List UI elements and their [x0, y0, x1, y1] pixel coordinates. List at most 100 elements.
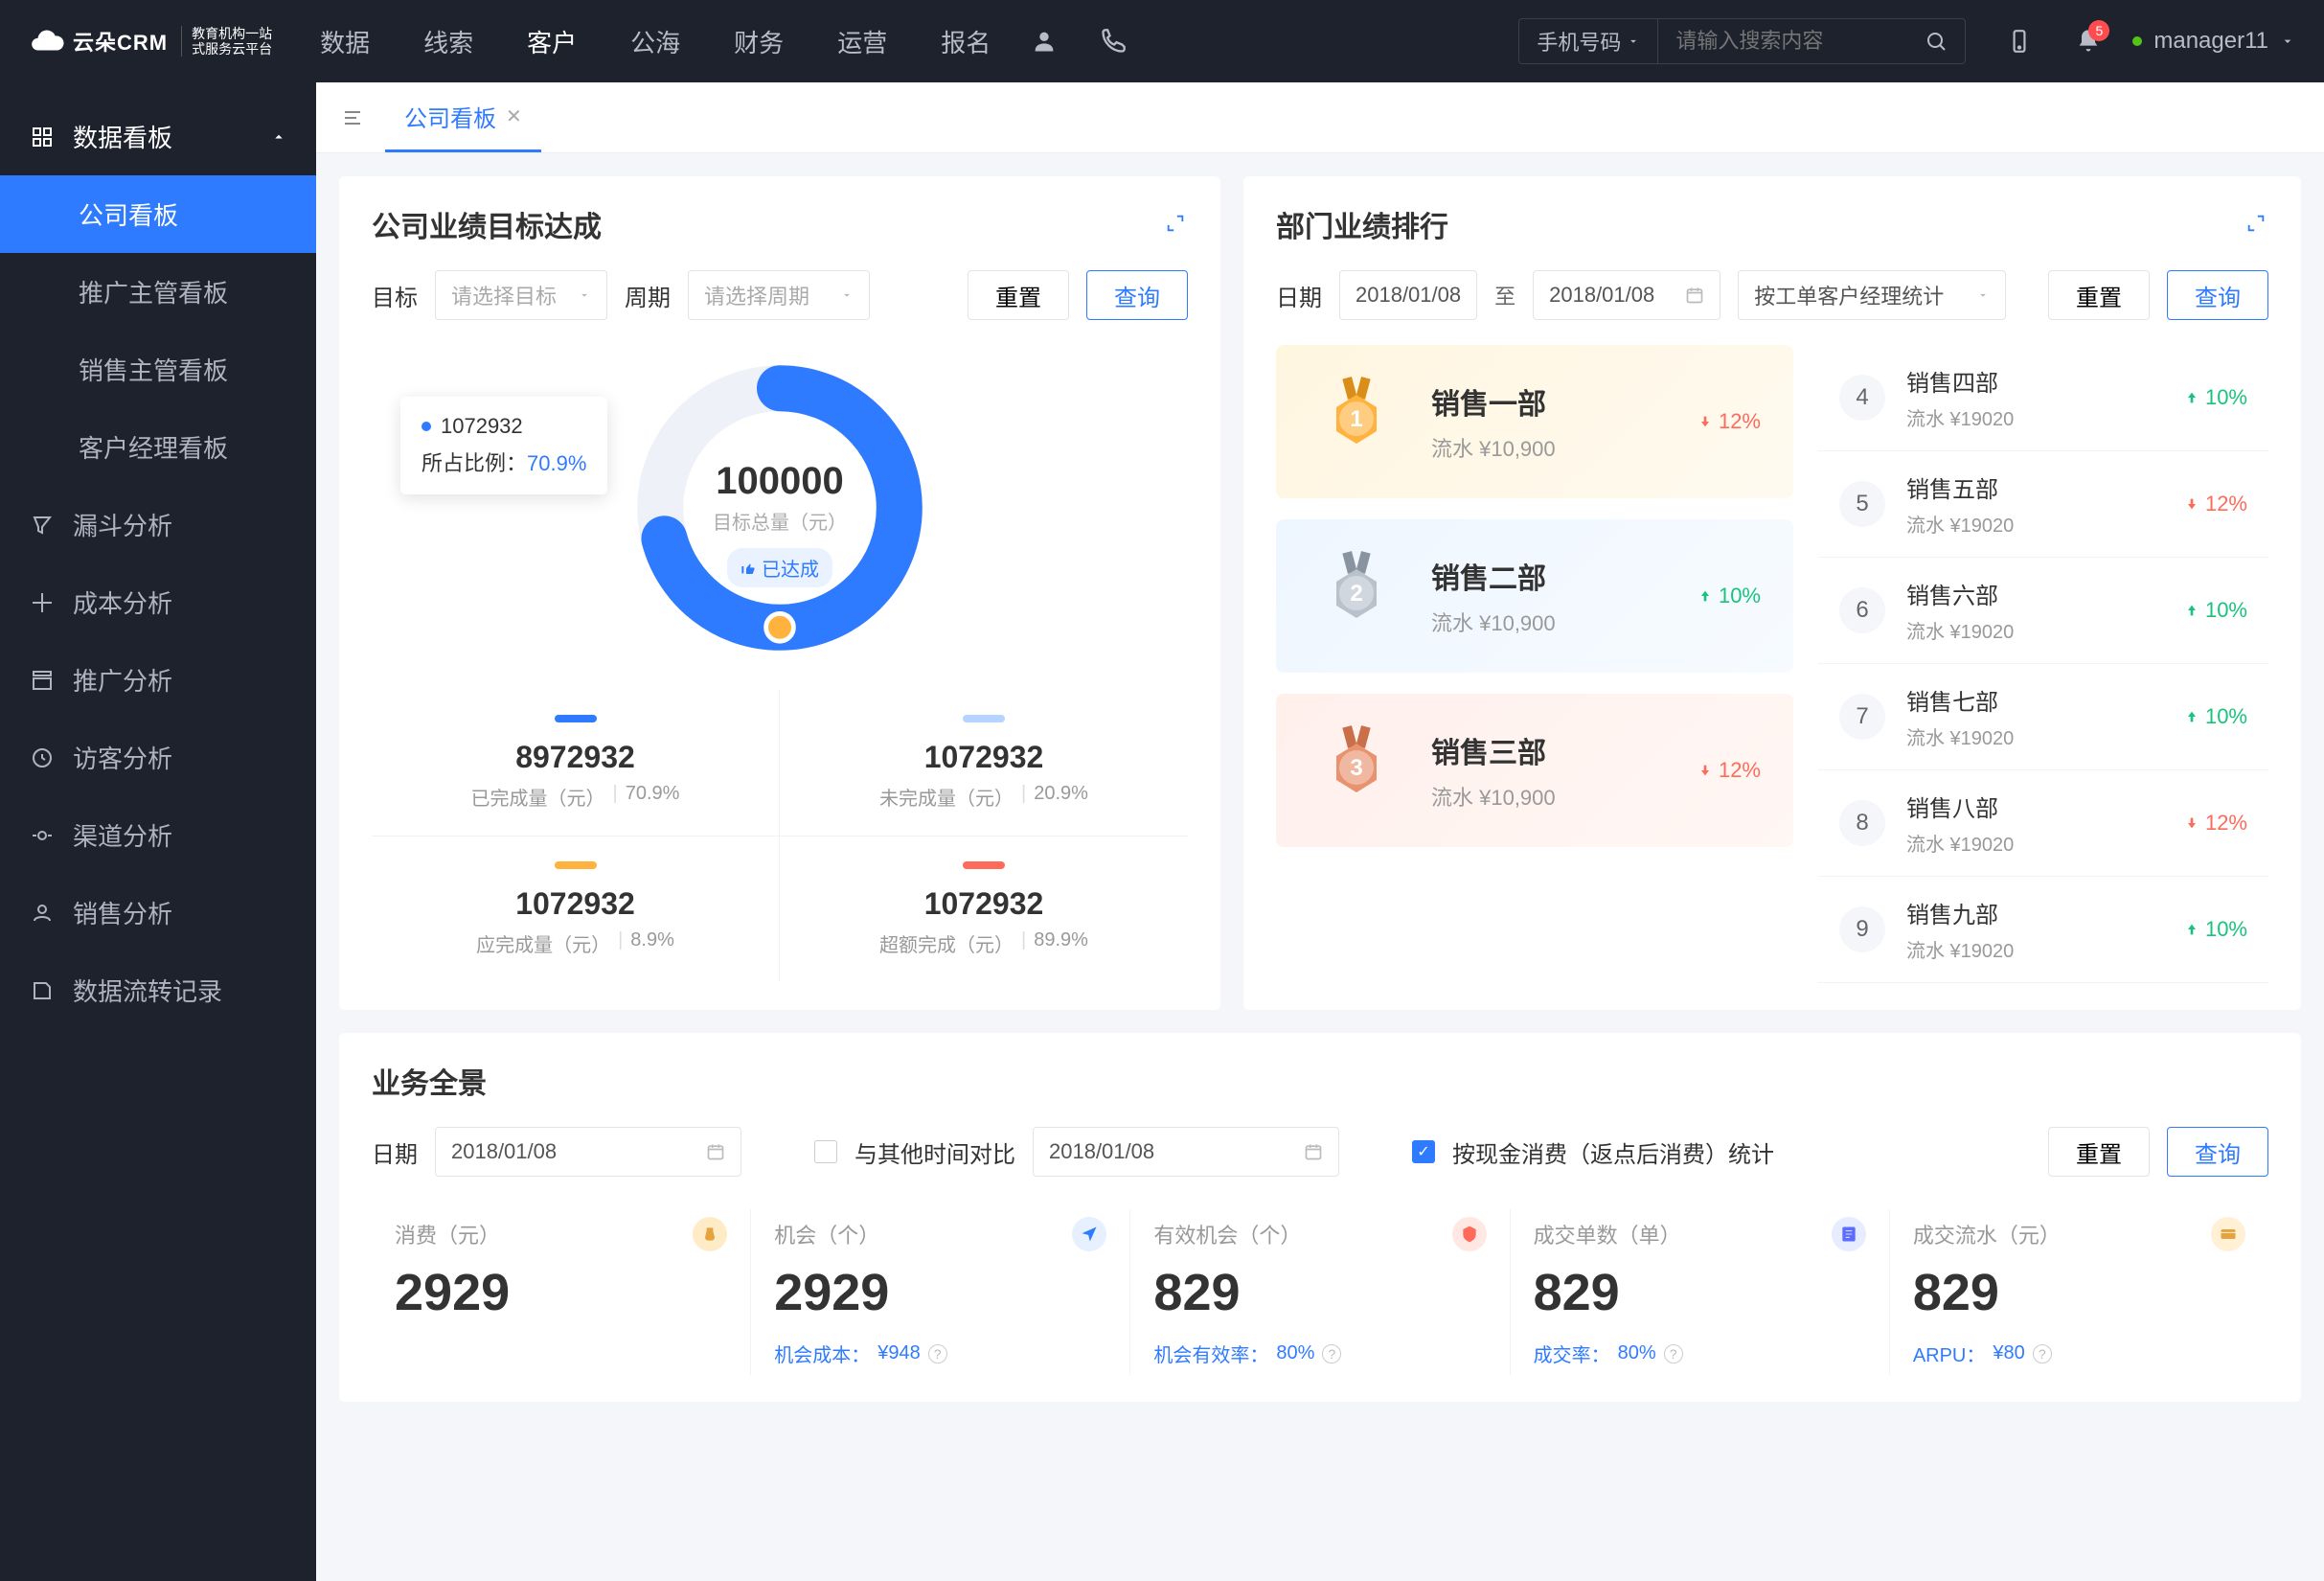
sidebar-item-6[interactable]: 数据流转记录 [0, 951, 316, 1029]
sidebar-item-2[interactable]: 推广分析 [0, 641, 316, 719]
topnav-item-5[interactable]: 运营 [837, 24, 887, 59]
metric-icon [1072, 1217, 1106, 1251]
topnav-item-3[interactable]: 公海 [630, 24, 680, 59]
svg-text:3: 3 [1350, 755, 1362, 781]
sidebar-item-0[interactable]: 漏斗分析 [0, 486, 316, 563]
sidebar-icon [29, 977, 56, 1004]
sidebar-sub-3[interactable]: 客户经理看板 [0, 408, 316, 486]
expand-icon[interactable] [2245, 213, 2268, 236]
sidebar-item-3[interactable]: 访客分析 [0, 719, 316, 796]
search-input[interactable] [1658, 19, 1907, 63]
chevron-down-icon [578, 288, 591, 302]
help-icon[interactable]: ? [1322, 1344, 1341, 1363]
rank-card-top[interactable]: 3销售三部流水 ¥10,90012% [1276, 694, 1793, 847]
reset-button[interactable]: 重置 [2048, 270, 2150, 320]
metric-icon [2211, 1217, 2245, 1251]
rank-row[interactable]: 8销售八部流水 ¥1902012% [1818, 770, 2268, 877]
period-label: 周期 [625, 279, 671, 312]
sidebar-icon [29, 822, 56, 849]
rank-row[interactable]: 5销售五部流水 ¥1902012% [1818, 451, 2268, 558]
sidebar-icon [29, 667, 56, 694]
donut-label: 目标总量（元） [713, 507, 847, 535]
rank-number: 6 [1839, 587, 1885, 633]
medal-icon: 3 [1309, 722, 1404, 818]
logo-text: 云朵CRM [73, 26, 168, 57]
search-box: 手机号码 [1518, 18, 1966, 64]
reset-button[interactable]: 重置 [2048, 1127, 2150, 1177]
card-title: 部门业绩排行 [1276, 203, 1448, 245]
donut-total: 100000 [713, 460, 847, 503]
date-from-input[interactable]: 2018/01/08 [1339, 270, 1477, 320]
trend-down-icon: 12% [2184, 492, 2247, 516]
query-button[interactable]: 查询 [2167, 1127, 2268, 1177]
search-type-select[interactable]: 手机号码 [1519, 19, 1658, 63]
username: manager11 [2153, 28, 2268, 55]
compare-date-input[interactable]: 2018/01/08 [1033, 1127, 1339, 1177]
sidebar-item-1[interactable]: 成本分析 [0, 563, 316, 641]
topnav-item-2[interactable]: 客户 [527, 24, 577, 59]
goal-metric: 1072932应完成量（元）|8.9% [372, 836, 780, 982]
user-menu[interactable]: manager11 [2132, 28, 2295, 55]
top-nav: 云朵CRM 教育机构一站式服务云平台 数据 线索 客户 公海 财务 运营 报名 手机号码 5 [0, 0, 2324, 82]
person-icon[interactable] [1029, 26, 1059, 57]
trend-up-icon: 10% [2184, 598, 2247, 623]
sidebar-sub-2[interactable]: 销售主管看板 [0, 331, 316, 408]
search-button[interactable] [1907, 19, 1965, 63]
card-goals: 公司业绩目标达成 目标 请选择目标 周期 请选择周期 重置 查询 [339, 176, 1220, 1010]
help-icon[interactable]: ? [1664, 1344, 1683, 1363]
mobile-icon[interactable] [2004, 26, 2035, 57]
date-input[interactable]: 2018/01/08 [435, 1127, 741, 1177]
dashboard-icon [29, 124, 56, 150]
tab-company-dashboard[interactable]: 公司看板 ✕ [385, 82, 541, 152]
trend-down-icon: 12% [1697, 409, 1761, 434]
topnav-item-1[interactable]: 线索 [423, 24, 473, 59]
help-icon[interactable]: ? [2033, 1344, 2052, 1363]
cash-stat-checkbox[interactable]: ✓ [1412, 1140, 1435, 1163]
topnav-item-0[interactable]: 数据 [320, 24, 370, 59]
target-label: 目标 [372, 279, 418, 312]
thumbs-up-icon [740, 561, 756, 576]
stat-by-select[interactable]: 按工单客户经理统计 [1738, 270, 2006, 320]
rank-card-top[interactable]: 2销售二部流水 ¥10,90010% [1276, 519, 1793, 673]
cloud-icon [29, 23, 65, 59]
trend-up-icon: 10% [1697, 584, 1761, 608]
goal-metric: 8972932已完成量（元）|70.9% [372, 690, 780, 836]
collapse-sidebar-button[interactable] [335, 101, 370, 135]
sidebar: 数据看板 公司看板推广主管看板销售主管看板客户经理看板 漏斗分析成本分析推广分析… [0, 82, 316, 1581]
sidebar-item-5[interactable]: 销售分析 [0, 874, 316, 951]
rank-card-top[interactable]: 1销售一部流水 ¥10,90012% [1276, 345, 1793, 498]
rank-row[interactable]: 6销售六部流水 ¥1902010% [1818, 558, 2268, 664]
sidebar-icon [29, 745, 56, 771]
topnav-item-6[interactable]: 报名 [941, 24, 991, 59]
sidebar-group-dashboard[interactable]: 数据看板 [0, 98, 316, 175]
date-to-input[interactable]: 2018/01/08 [1533, 270, 1720, 320]
sidebar-sub-0[interactable]: 公司看板 [0, 175, 316, 253]
sidebar-sub-1[interactable]: 推广主管看板 [0, 253, 316, 331]
period-select[interactable]: 请选择周期 [688, 270, 870, 320]
notification-badge: 5 [2088, 20, 2109, 41]
phone-icon[interactable] [1098, 26, 1128, 57]
trend-up-icon: 10% [2184, 704, 2247, 729]
overview-item: 机会（个）2929机会成本：¥948? [751, 1209, 1130, 1375]
tab-bar: 公司看板 ✕ [316, 82, 2324, 153]
sidebar-item-4[interactable]: 渠道分析 [0, 796, 316, 874]
rank-row[interactable]: 4销售四部流水 ¥1902010% [1818, 345, 2268, 451]
query-button[interactable]: 查询 [2167, 270, 2268, 320]
expand-icon[interactable] [1165, 213, 1188, 236]
help-icon[interactable]: ? [928, 1344, 947, 1363]
target-select[interactable]: 请选择目标 [435, 270, 607, 320]
compare-checkbox[interactable] [814, 1140, 837, 1163]
logo[interactable]: 云朵CRM 教育机构一站式服务云平台 [29, 23, 272, 59]
topnav-item-4[interactable]: 财务 [734, 24, 784, 59]
trend-down-icon: 12% [1697, 758, 1761, 783]
sidebar-icon [29, 900, 56, 927]
bell-icon[interactable]: 5 [2073, 26, 2104, 57]
reset-button[interactable]: 重置 [968, 270, 1069, 320]
close-icon[interactable]: ✕ [506, 104, 522, 128]
rank-row[interactable]: 9销售九部流水 ¥1902010% [1818, 877, 2268, 983]
top-menu: 数据 线索 客户 公海 财务 运营 报名 [320, 24, 991, 59]
calendar-icon [1685, 286, 1704, 305]
rank-row[interactable]: 7销售七部流水 ¥1902010% [1818, 664, 2268, 770]
query-button[interactable]: 查询 [1086, 270, 1188, 320]
svg-text:1: 1 [1350, 406, 1362, 432]
